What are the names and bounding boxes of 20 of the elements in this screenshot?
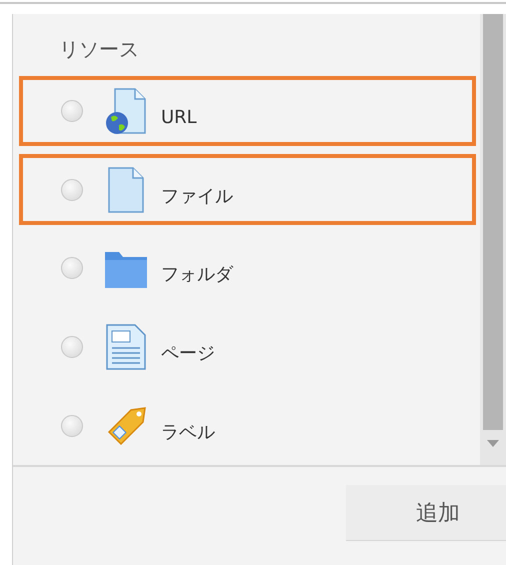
highlighted-option[interactable]: ファイル: [19, 154, 476, 226]
option-row[interactable]: フォルダ: [19, 233, 476, 304]
option-label: ラベル: [161, 420, 215, 444]
option-label: フォルダ: [161, 263, 233, 286]
option-row[interactable]: ラベル: [19, 390, 476, 461]
radio-button[interactable]: [61, 178, 83, 201]
radio-button[interactable]: [61, 257, 83, 280]
radio-button[interactable]: [61, 100, 83, 122]
option-label: ページ: [161, 342, 215, 366]
radio-button[interactable]: [61, 336, 83, 358]
section-heading: リソース: [58, 36, 140, 63]
globe-document-icon: [103, 87, 149, 136]
highlighted-option[interactable]: URL: [19, 76, 476, 146]
scrollbar-thumb[interactable]: [483, 14, 503, 430]
radio-button[interactable]: [61, 414, 83, 437]
option-label: URL: [161, 106, 197, 128]
add-button[interactable]: 追加: [346, 485, 506, 541]
option-label: ファイル: [161, 184, 233, 208]
option-row[interactable]: ページ: [19, 312, 476, 382]
scroll-down-icon[interactable]: [487, 440, 499, 447]
